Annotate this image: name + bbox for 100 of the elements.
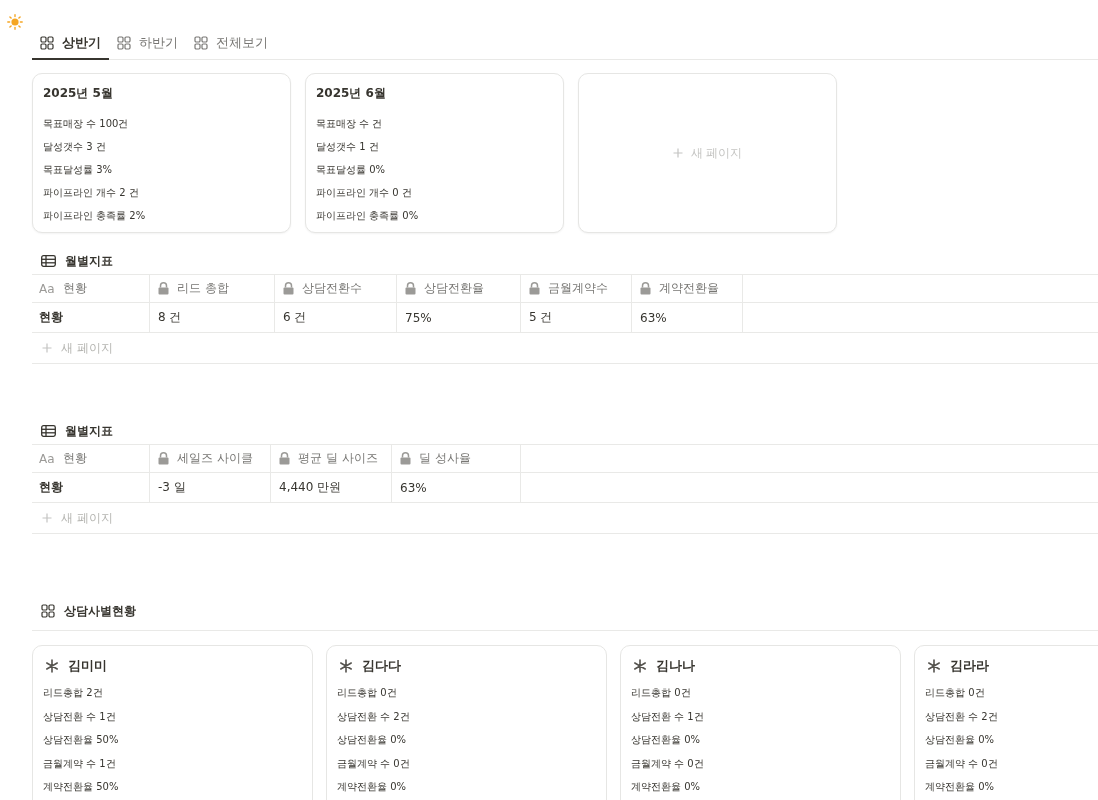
card-property: 계약전환율 50%: [43, 780, 120, 794]
consultant-card[interactable]: 김다다 리드총합 0건 상담전환 수 2건 상담전환율 0% 금월계약 수 0건 계약전환율 0%: [326, 645, 607, 800]
card-title: 2025년 6월: [316, 85, 387, 102]
column-label: 세일즈 사이클: [177, 450, 253, 467]
card-property: 파이프라인 충족률 0%: [316, 209, 420, 223]
plus-icon: [42, 343, 52, 353]
card-property: 달성갯수 1 건: [316, 140, 380, 154]
column-header[interactable]: 상담전환율: [397, 275, 521, 302]
month-card[interactable]: 2025년 5월 목표매장 수 100건 달성갯수 3 건 목표달성률 3% 파이프라인 개수 2 건 파이프라인 충족률 2%: [32, 73, 291, 233]
type-label: Aa: [39, 451, 55, 466]
lock-icon: [529, 282, 540, 295]
grid-icon: [194, 36, 208, 50]
card-title: 김미미: [68, 657, 107, 675]
column-header[interactable]: Aa 현황: [32, 275, 150, 302]
column-label: 상담전환율: [424, 280, 484, 297]
asterisk-icon: [633, 659, 647, 673]
consultant-card[interactable]: 김미미 리드총합 2건 상담전환 수 1건 상담전환율 50% 금월계약 수 1건 계약전환율 50%: [32, 645, 313, 800]
card-property: 금월계약 수 1건: [43, 756, 117, 771]
column-label: 리드 총합: [177, 280, 229, 297]
card-property: 계약전환율 0%: [631, 780, 702, 794]
lock-icon: [400, 452, 411, 465]
card-property: 목표달성률 0%: [316, 163, 387, 177]
table-cell: 6 건: [275, 303, 397, 332]
card-property: 상담전환 수 1건: [43, 709, 117, 724]
column-header[interactable]: 딜 성사율: [392, 445, 521, 472]
type-label: Aa: [39, 281, 55, 296]
lock-icon: [283, 282, 294, 295]
card-property: 목표달성률 3%: [43, 163, 114, 177]
table-title: 월별지표: [65, 422, 113, 440]
card-property: 상담전환율 50%: [43, 733, 120, 747]
card-property: 목표매장 수 건: [316, 117, 384, 131]
plus-icon: [672, 148, 683, 158]
card-property: 금월계약 수 0건: [925, 756, 999, 771]
card-property: 상담전환 수 1건: [631, 709, 705, 724]
view-tab[interactable]: 하반기: [109, 28, 186, 60]
card-property: 파이프라인 개수 0 건: [316, 186, 413, 200]
sun-icon: [7, 14, 23, 30]
table-title: 월별지표: [65, 252, 113, 270]
card-title: 김다다: [362, 657, 401, 675]
lock-icon: [158, 452, 169, 465]
card-property: 파이프라인 충족률 2%: [43, 209, 147, 223]
grid-icon: [117, 36, 131, 50]
asterisk-icon: [45, 659, 59, 673]
lock-icon: [640, 282, 651, 295]
consultant-card[interactable]: 김라라 리드총합 0건 상담전환 수 2건 상담전환율 0% 금월계약 수 0건 계약전환율 0%: [914, 645, 1098, 800]
month-card[interactable]: 2025년 6월 목표매장 수 건 달성갯수 1 건 목표달성률 0% 파이프라인 개수 0 건 파이프라인 충족률 0%: [305, 73, 564, 233]
column-header[interactable]: 계약전환율: [632, 275, 743, 302]
gallery-icon: [41, 604, 55, 618]
lock-icon: [279, 452, 290, 465]
table-cell: 63%: [632, 303, 743, 332]
table-cell: -3 일: [150, 473, 271, 502]
table-cell: 4,440 만원: [271, 473, 392, 502]
asterisk-icon: [339, 659, 353, 673]
column-label: 현황: [62, 450, 87, 467]
card-property: 파이프라인 개수 2 건: [43, 186, 140, 200]
column-label: 현황: [62, 280, 87, 297]
card-property: 상담전환율 0%: [925, 733, 996, 747]
view-tab[interactable]: 상반기: [32, 28, 109, 60]
card-property: 리드총합 0건: [337, 686, 398, 700]
asterisk-icon: [927, 659, 941, 673]
table-cell: 63%: [392, 473, 521, 502]
column-header[interactable]: 리드 총합: [150, 275, 275, 302]
view-tab[interactable]: 전체보기: [186, 28, 276, 60]
card-property: 리드총합 0건: [925, 686, 986, 700]
grid-icon: [40, 36, 54, 50]
lock-icon: [405, 282, 416, 295]
table-cell: 75%: [397, 303, 521, 332]
column-header[interactable]: Aa 현황: [32, 445, 150, 472]
column-header[interactable]: 평균 딜 사이즈: [271, 445, 392, 472]
card-property: 상담전환율 0%: [337, 733, 408, 747]
card-title: 2025년 5월: [43, 85, 114, 102]
consultant-card[interactable]: 김나나 리드총합 0건 상담전환 수 1건 상담전환율 0% 금월계약 수 0건 계약전환율 0%: [620, 645, 901, 800]
column-label: 상담전환수: [302, 280, 362, 297]
column-header[interactable]: 금월계약수: [521, 275, 632, 302]
column-label: 평균 딜 사이즈: [298, 450, 378, 467]
card-property: 계약전환율 0%: [925, 780, 996, 794]
card-property: 금월계약 수 0건: [631, 756, 705, 771]
card-property: 계약전환율 0%: [337, 780, 408, 794]
table-cell[interactable]: 현황: [32, 303, 150, 332]
column-header[interactable]: 상담전환수: [275, 275, 397, 302]
table-icon: [41, 425, 56, 437]
card-property: 달성갯수 3 건: [43, 140, 107, 154]
column-label: 계약전환율: [659, 280, 719, 297]
table-icon: [41, 255, 56, 267]
lock-icon: [158, 282, 169, 295]
section-title: 상담사별현황: [64, 602, 136, 620]
card-property: 리드총합 0건: [631, 686, 692, 700]
column-label: 딜 성사율: [419, 450, 471, 467]
card-property: 목표매장 수 100건: [43, 117, 130, 131]
table-cell: 5 건: [521, 303, 632, 332]
card-property: 리드총합 2건: [43, 686, 104, 700]
card-title: 김라라: [950, 657, 989, 675]
card-property: 상담전환율 0%: [631, 733, 702, 747]
card-property: 상담전환 수 2건: [925, 709, 999, 724]
table-cell[interactable]: 현황: [32, 473, 150, 502]
column-header[interactable]: 세일즈 사이클: [150, 445, 271, 472]
table-cell: 8 건: [150, 303, 275, 332]
card-title: 김나나: [656, 657, 695, 675]
plus-icon: [42, 513, 52, 523]
column-label: 금월계약수: [548, 280, 608, 297]
